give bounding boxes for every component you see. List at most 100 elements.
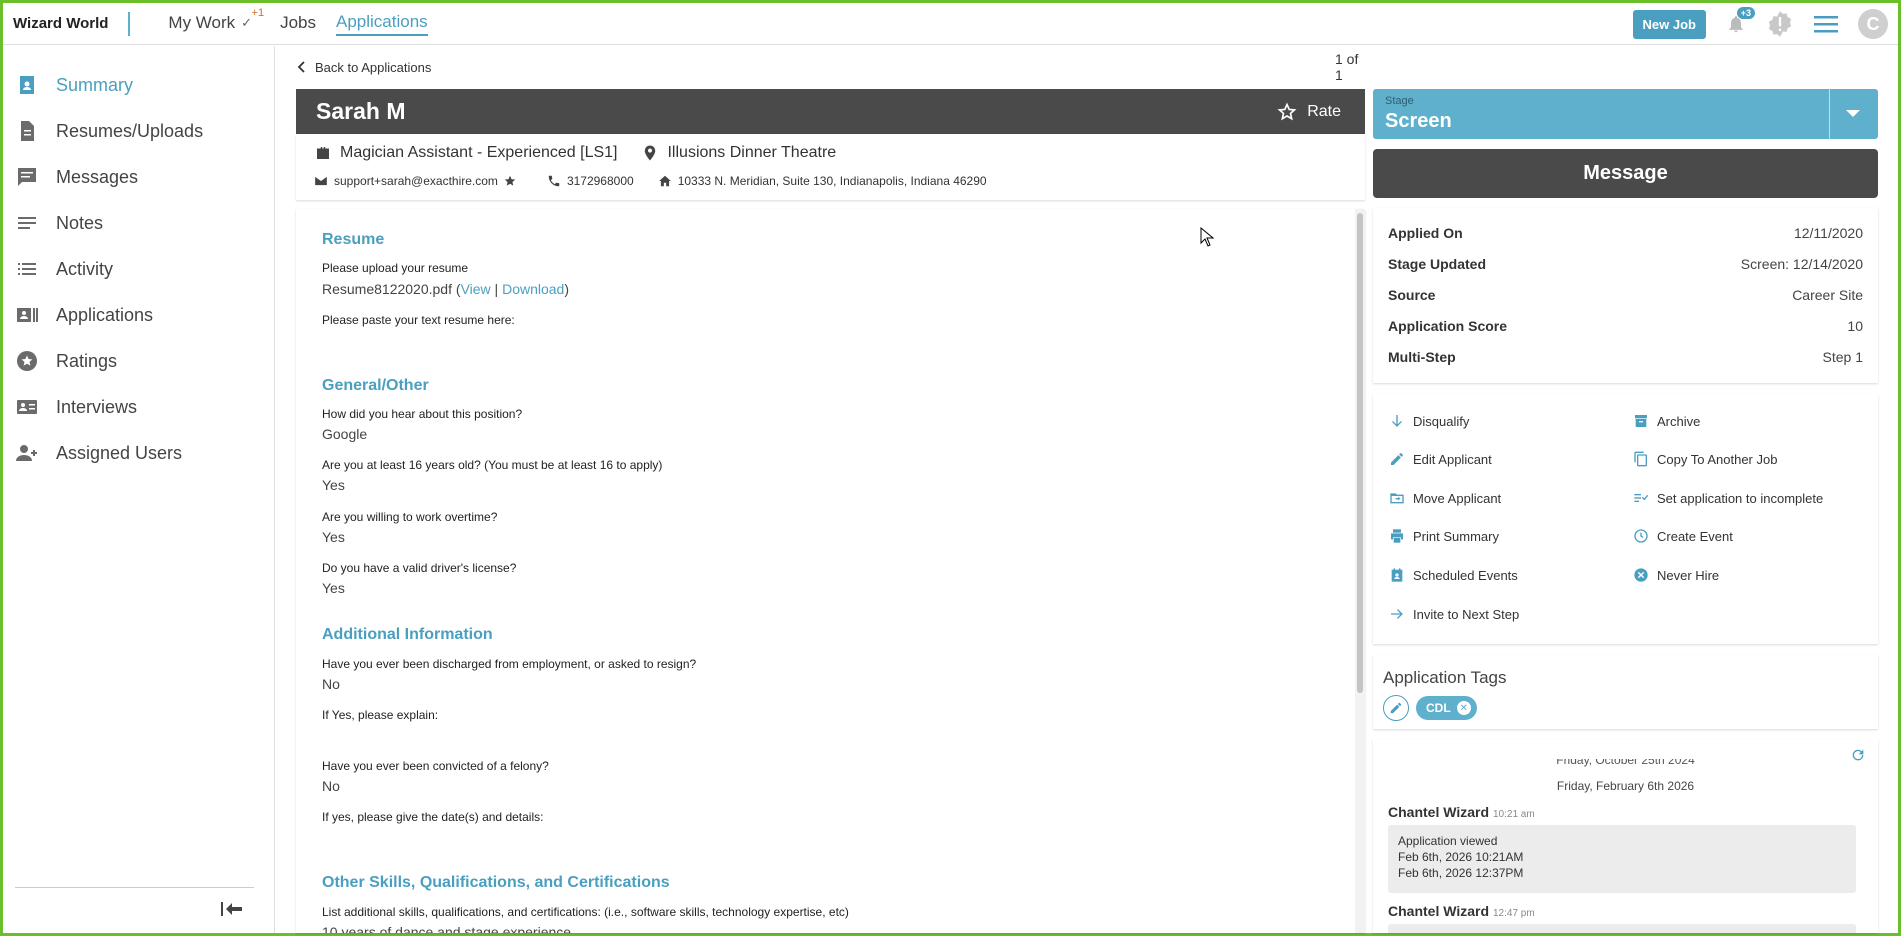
edit-applicant-action[interactable]: Edit Applicant	[1389, 451, 1492, 467]
action-label: Print Summary	[1413, 528, 1499, 544]
question: If yes, please give the date(s) and deta…	[322, 810, 544, 824]
sidebar-item-label: Messages	[56, 166, 139, 187]
nav-my-work-count: +1	[251, 6, 265, 19]
remove-tag-icon[interactable]: ✕	[1456, 701, 1471, 715]
question: How did you hear about this position?	[322, 407, 523, 421]
sidebar-item-messages[interactable]: Messages	[3, 154, 274, 200]
sidebar-item-summary[interactable]: Summary	[3, 62, 274, 108]
user-avatar[interactable]: C	[1858, 9, 1888, 39]
invite-next-step-action[interactable]: Invite to Next Step	[1389, 606, 1519, 622]
detail-key: Applied On	[1388, 225, 1463, 241]
action-label: Disqualify	[1413, 413, 1470, 429]
question: Have you ever been discharged from emplo…	[322, 657, 697, 671]
summary-icon	[20, 76, 34, 94]
contact-line: support+sarah@exacthire.com 3172968000 1…	[314, 174, 987, 188]
action-label: Archive	[1657, 413, 1701, 429]
tags-title: Application Tags	[1383, 668, 1507, 687]
nav-my-work-label: My Work	[168, 12, 236, 32]
applications-icon	[17, 308, 38, 322]
never-hire-action[interactable]: Never Hire	[1633, 567, 1719, 583]
alerts-button[interactable]	[1766, 10, 1794, 38]
nav-jobs[interactable]: Jobs	[280, 13, 316, 35]
email-icon	[315, 176, 327, 186]
list-icon	[18, 263, 36, 275]
applicant-name: Sarah M	[316, 98, 406, 124]
applicant-phone[interactable]: 3172968000	[567, 174, 634, 188]
action-label: Copy To Another Job	[1657, 451, 1778, 467]
detail-value: Screen: 12/14/2020	[1740, 256, 1863, 272]
tag-chip[interactable]: CDL ✕	[1416, 696, 1477, 720]
applicant-info-card: Magician Assistant - Experienced [LS1] I…	[296, 134, 1365, 200]
sidebar-footer	[15, 887, 254, 933]
stage-select[interactable]: Stage Screen	[1373, 89, 1878, 139]
answer: No	[322, 778, 340, 794]
top-navbar: Wizard World My Work ✓ +1 Jobs Applicati…	[3, 3, 1898, 45]
applicant-header: Sarah M Rate	[296, 89, 1365, 134]
notifications-button[interactable]: +3	[1726, 7, 1755, 34]
sidebar-item-activity[interactable]: Activity	[3, 246, 274, 292]
edit-tags-button[interactable]	[1383, 695, 1409, 721]
move-applicant-action[interactable]: Move Applicant	[1389, 490, 1501, 506]
pencil-icon	[1390, 702, 1402, 714]
create-event-action[interactable]: Create Event	[1633, 528, 1733, 544]
question: Please upload your resume	[322, 261, 469, 275]
new-job-button[interactable]: New Job	[1632, 9, 1706, 39]
content-scrollbar[interactable]	[1355, 209, 1365, 933]
detail-value: Step 1	[1822, 349, 1863, 365]
archive-icon	[1635, 415, 1647, 427]
sidebar-item-notes[interactable]: Notes	[3, 200, 274, 246]
set-incomplete-action[interactable]: Set application to incomplete	[1633, 490, 1823, 506]
rate-label: Rate	[1307, 102, 1341, 120]
briefcase-icon	[317, 147, 329, 159]
message-icon	[18, 168, 36, 186]
main-menu-button[interactable]	[1814, 14, 1838, 34]
entry-time: 10:21 am	[1493, 809, 1535, 820]
collapse-sidebar-icon[interactable]	[220, 900, 244, 923]
back-link[interactable]: Back to Applications	[295, 60, 431, 75]
sidebar-item-interviews[interactable]: Interviews	[3, 384, 274, 430]
view-link[interactable]: View	[461, 281, 491, 297]
nav-my-work[interactable]: My Work ✓ +1	[168, 7, 264, 35]
pencil-icon	[1391, 453, 1403, 465]
phone-icon	[548, 175, 560, 187]
feed-line: Feb 6th, 2026 12:37PM	[1398, 866, 1524, 880]
scrollbar-thumb[interactable]	[1357, 213, 1363, 693]
answer: Google	[322, 426, 368, 442]
back-row: Back to Applications 1 of 1	[295, 51, 1365, 83]
hamburger-menu-icon	[1814, 16, 1838, 33]
detail-key: Source	[1388, 287, 1436, 303]
applicant-address: 10333 N. Meridian, Suite 130, Indianapol…	[677, 174, 987, 188]
chevron-down-icon[interactable]	[1846, 110, 1860, 117]
detail-key: Application Score	[1388, 318, 1508, 334]
feed-line: Feb 6th, 2026 10:21AM	[1398, 850, 1524, 864]
sidebar-item-ratings[interactable]: Ratings	[3, 338, 274, 384]
sidebar-item-resumes[interactable]: Resumes/Uploads	[3, 108, 274, 154]
copy-to-job-action[interactable]: Copy To Another Job	[1633, 451, 1777, 467]
feed-line: Application viewed	[1398, 834, 1498, 848]
job-title[interactable]: Magician Assistant - Experienced [LS1]	[340, 144, 617, 162]
scheduled-events-action[interactable]: Scheduled Events	[1389, 567, 1518, 583]
brand-divider	[128, 11, 131, 36]
star-icon[interactable]	[503, 174, 517, 188]
document-icon	[21, 121, 34, 141]
chevron-left-icon	[297, 61, 305, 73]
resume-file-name: Resume8122020.pdf	[322, 281, 452, 297]
nav-applications[interactable]: Applications	[336, 12, 428, 36]
printer-icon	[1391, 529, 1403, 543]
stage-label: Stage	[1385, 95, 1414, 107]
action-label: Set application to incomplete	[1657, 490, 1824, 506]
rate-button[interactable]: Rate	[1277, 101, 1341, 122]
location-pin-icon	[645, 145, 656, 161]
sidebar-item-assigned-users[interactable]: Assigned Users	[3, 430, 274, 476]
applicant-email[interactable]: support+sarah@exacthire.com	[334, 174, 498, 188]
download-link[interactable]: Download	[502, 281, 564, 297]
archive-action[interactable]: Archive	[1633, 413, 1700, 429]
sidebar-item-label: Assigned Users	[56, 442, 183, 463]
disqualify-action[interactable]: Disqualify	[1389, 413, 1469, 429]
print-summary-action[interactable]: Print Summary	[1389, 528, 1499, 544]
message-button[interactable]: Message	[1373, 149, 1878, 198]
action-label: Scheduled Events	[1413, 567, 1518, 583]
copy-icon	[1634, 451, 1647, 467]
sidebar-item-applications[interactable]: Applications	[3, 292, 274, 338]
brand-logo[interactable]: Wizard World	[13, 15, 108, 32]
